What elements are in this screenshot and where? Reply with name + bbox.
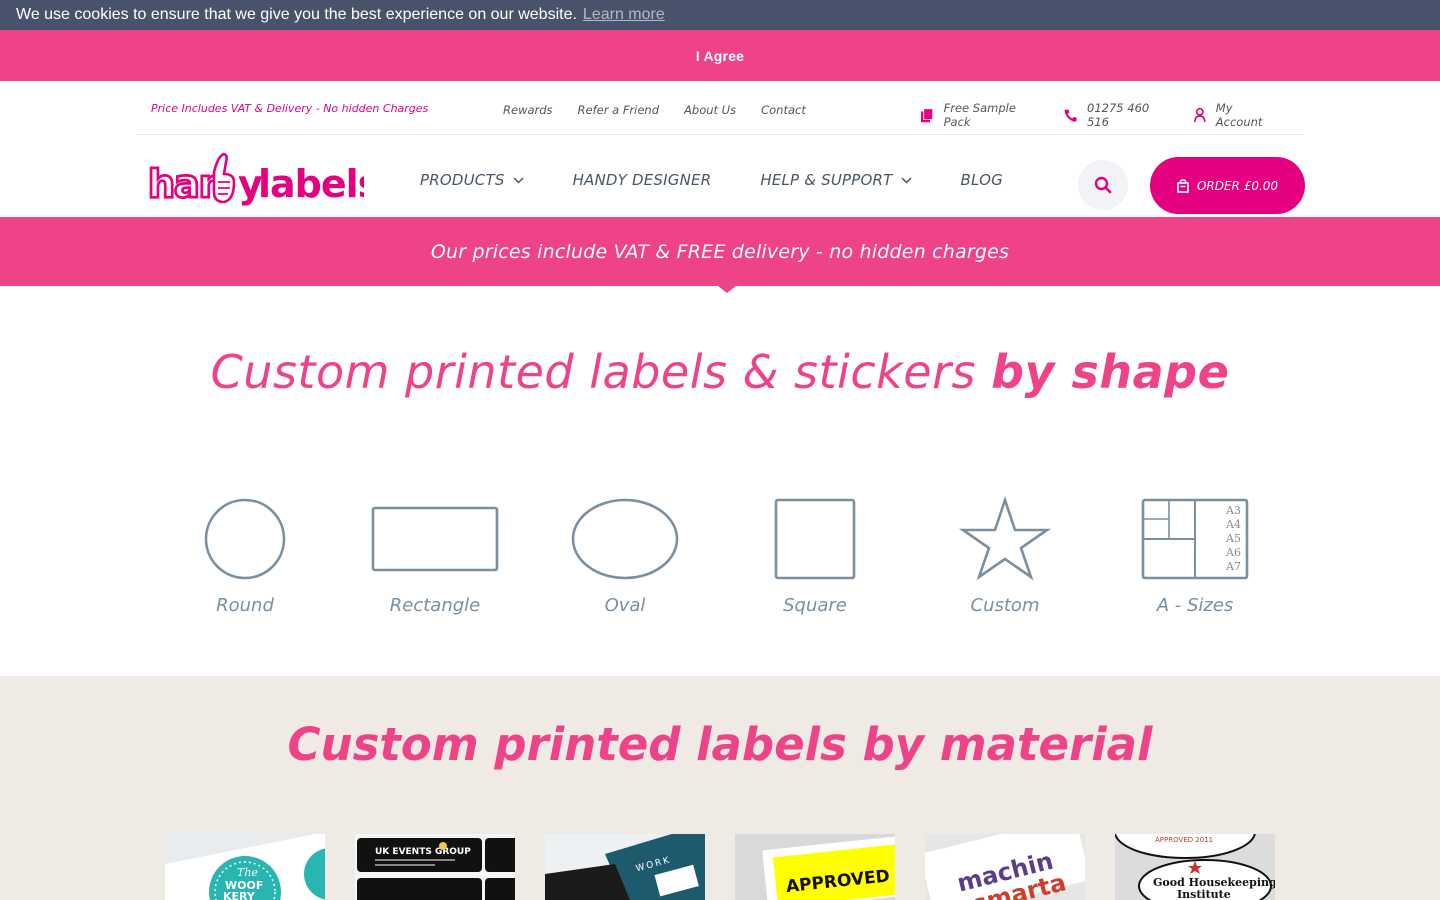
vat-promo-text: Price Includes VAT & Delivery - No hidde… (151, 102, 429, 115)
handylabels-logo[interactable]: han han y labels (147, 152, 380, 208)
a-sizes-shape-icon: A3 A4 A5 A6 A7 (1141, 498, 1249, 580)
a4-label: A4 (1225, 518, 1241, 531)
nav-help-support[interactable]: HELP & SUPPORT (760, 171, 912, 189)
nav-handy-designer-label: HANDY DESIGNER (572, 171, 712, 189)
material-section: Custom printed labels by material The WO… (0, 676, 1440, 900)
chevron-down-icon (900, 176, 912, 184)
shape-square-label: Square (783, 595, 847, 616)
cookie-message: We use cookies to ensure that we give yo… (16, 6, 577, 23)
uk-events-label-image: UK EVENTS GROUP (355, 834, 515, 900)
machine-smart-label-image: machin smarta (925, 834, 1085, 900)
material-card-matte[interactable]: The WOOF KERY (165, 834, 325, 900)
rectangle-shape-icon (371, 506, 499, 572)
my-account-link[interactable]: My Account (1194, 101, 1276, 129)
material-card-gloss[interactable]: UK EVENTS GROUP (355, 834, 515, 900)
phone-number: 01275 460 516 (1087, 101, 1150, 129)
nav-help-support-label: HELP & SUPPORT (760, 171, 893, 189)
basket-icon (1177, 178, 1189, 193)
utility-right: Free Sample Pack 01275 460 516 My Accoun… (921, 101, 1304, 129)
nav-blog[interactable]: BLOG (961, 171, 1003, 189)
phone-icon (1065, 109, 1078, 122)
agree-button[interactable]: I Agree (696, 48, 744, 64)
material-card-transparent[interactable]: machin smarta (925, 834, 1085, 900)
institute-text: Institute (1177, 888, 1231, 900)
refer-friend-link[interactable]: Refer a Friend (578, 103, 659, 117)
shape-rectangle-label: Rectangle (389, 595, 481, 616)
contact-link[interactable]: Contact (761, 103, 806, 117)
material-card-oval[interactable]: APPROVED 2011 Good Housekeeping Institut… (1115, 834, 1275, 900)
woof-the: The (237, 866, 258, 879)
banner-pointer (718, 286, 736, 293)
a6-label: A6 (1225, 546, 1241, 559)
search-icon (1094, 176, 1112, 194)
nav-products[interactable]: PRODUCTS (420, 171, 524, 189)
cookie-bar: We use cookies to ensure that we give yo… (0, 0, 1440, 30)
sample-pack-icon (921, 107, 934, 122)
shape-square[interactable]: Square (735, 495, 895, 616)
my-account-label: My Account (1215, 101, 1263, 129)
star-shape-icon (958, 495, 1052, 581)
material-card-yellow[interactable]: APPROVED (735, 834, 895, 900)
free-sample-link[interactable]: Free Sample Pack (921, 101, 1036, 129)
material-card-specialist[interactable]: WORK (545, 834, 705, 900)
work-card-label-image: WORK (545, 834, 705, 900)
shapes-heading-normal: Custom printed labels & stickers (210, 345, 992, 399)
nav-blog-label: BLOG (960, 171, 1003, 189)
learn-more-link[interactable]: Learn more (583, 6, 665, 23)
a3-label: A3 (1225, 504, 1241, 517)
circle-shape-icon (204, 498, 286, 580)
search-button[interactable] (1078, 160, 1128, 210)
nav-products-label: PRODUCTS (420, 171, 505, 189)
shape-oval-label: Oval (604, 595, 646, 616)
woof-bakery-label-image: The WOOF KERY (165, 834, 325, 900)
good-housekeeping-label-image: APPROVED 2011 Good Housekeeping Institut… (1115, 834, 1275, 900)
approved-label-image: APPROVED (735, 834, 895, 900)
shape-custom[interactable]: Custom (925, 495, 1085, 616)
utility-links: Rewards Refer a Friend About Us Contact (503, 103, 831, 117)
cookie-agree-bar: I Agree (0, 30, 1440, 81)
a5-label: A5 (1225, 532, 1241, 545)
uk-events-text: UK EVENTS GROUP (375, 847, 471, 857)
rewards-link[interactable]: Rewards (503, 103, 553, 117)
woof-kery: KERY (223, 890, 256, 900)
phone-link[interactable]: 01275 460 516 (1064, 101, 1166, 129)
vat-banner-text: Our prices include VAT & FREE delivery -… (430, 240, 1010, 263)
shape-rectangle[interactable]: Rectangle (355, 495, 515, 616)
approved-2011-text: APPROVED 2011 (1155, 836, 1213, 844)
material-heading: Custom printed labels by material (287, 718, 1153, 771)
svg-text:labels: labels (258, 162, 364, 206)
shape-round-label: Round (216, 595, 274, 616)
order-total: ORDER £0.00 (1196, 178, 1279, 193)
order-basket-button[interactable]: ORDER £0.00 (1150, 157, 1305, 214)
nav-handy-designer[interactable]: HANDY DESIGNER (573, 171, 712, 189)
utility-bar: Price Includes VAT & Delivery - No hidde… (136, 82, 1304, 135)
vat-banner: Our prices include VAT & FREE delivery -… (0, 217, 1440, 286)
a7-label: A7 (1225, 560, 1241, 573)
oval-shape-icon (571, 498, 679, 580)
square-shape-icon (774, 498, 856, 580)
main-header: han han y labels PRODUCTS HANDY DESIGNER… (0, 135, 1440, 217)
main-nav: PRODUCTS HANDY DESIGNER HELP & SUPPORT B… (420, 171, 1052, 189)
free-sample-label: Free Sample Pack (943, 101, 1016, 129)
shape-custom-label: Custom (970, 595, 1040, 616)
shape-a-sizes-label: A - Sizes (1156, 595, 1234, 616)
shape-round[interactable]: Round (165, 495, 325, 616)
about-us-link[interactable]: About Us (684, 103, 736, 117)
shapes-heading-bold: by shape (991, 345, 1230, 399)
shape-a-sizes[interactable]: A3 A4 A5 A6 A7 A - Sizes (1115, 495, 1275, 616)
user-icon (1194, 107, 1206, 123)
chevron-down-icon (513, 176, 524, 184)
shapes-heading: Custom printed labels & stickers by shap… (0, 345, 1440, 399)
shape-oval[interactable]: Oval (545, 495, 705, 616)
